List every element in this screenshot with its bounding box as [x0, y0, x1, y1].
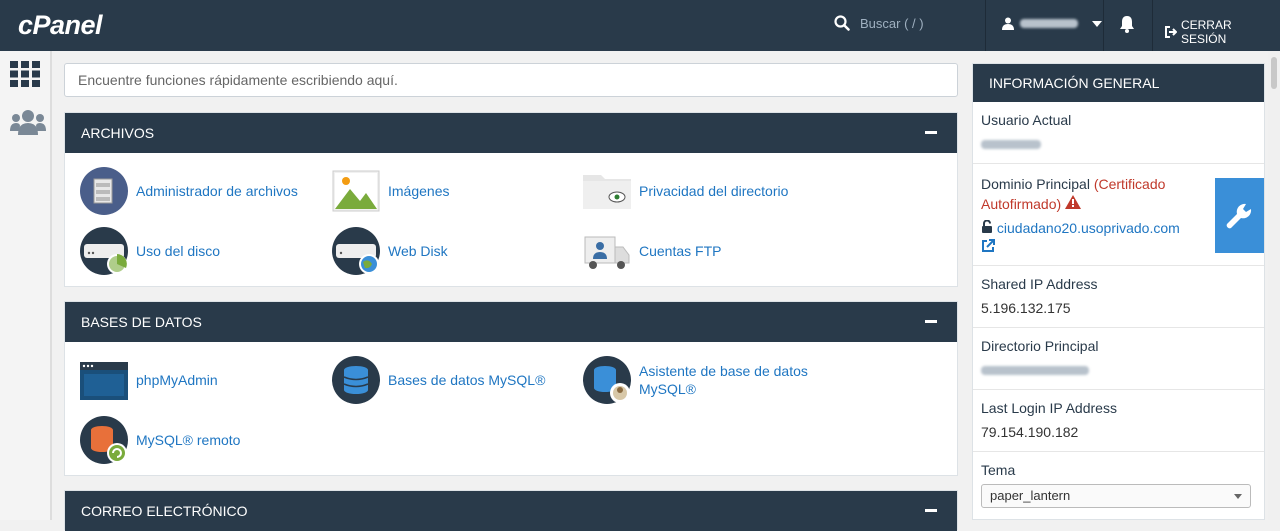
disk-usage-link[interactable]: Uso del disco: [80, 227, 220, 275]
current-user-redacted: [981, 140, 1041, 149]
panel-header[interactable]: CORREO ELECTRÓNICO: [65, 491, 957, 531]
mysql-wizard-link[interactable]: Asistente de base de datos MySQL®: [583, 356, 808, 404]
mysql-databases-link[interactable]: Bases de datos MySQL®: [332, 356, 545, 404]
notifications-bell[interactable]: [1119, 15, 1135, 38]
warning-icon: [1065, 195, 1082, 209]
cert-warning: (Certificado: [1093, 176, 1166, 192]
user-icon: [1002, 17, 1014, 30]
item-label: Bases de datos MySQL®: [388, 372, 546, 388]
search-icon: [834, 15, 850, 31]
panel-correo: CORREO ELECTRÓNICO: [64, 490, 958, 531]
cpanel-logo[interactable]: cPanel: [18, 10, 103, 41]
bell-icon: [1120, 16, 1134, 33]
item-label: Uso del disco: [136, 243, 221, 259]
remote-mysql-link[interactable]: MySQL® remoto: [80, 416, 240, 464]
general-info-panel: INFORMACIÓN GENERAL Usuario Actual Domin…: [972, 63, 1265, 520]
header-divider: [1152, 0, 1153, 51]
item-label: Privacidad del directorio: [639, 183, 789, 199]
home-dir-redacted: [981, 366, 1089, 375]
file-manager-icon: [80, 167, 128, 215]
last-login-row: Last Login IP Address 79.154.190.182: [973, 390, 1264, 452]
sidebar-item-users[interactable]: [10, 109, 46, 141]
theme-selected-value: paper_lantern: [990, 488, 1071, 503]
page-scrollbar[interactable]: [1268, 51, 1280, 520]
current-user-label: Usuario Actual: [981, 112, 1072, 128]
collapse-icon[interactable]: [925, 131, 937, 134]
domain-link[interactable]: ciudadano20.usoprivado.com: [997, 220, 1180, 236]
quick-search-input[interactable]: Encuentre funciones rápidamente escribie…: [64, 63, 958, 97]
item-label: MySQL® remoto: [136, 432, 241, 448]
top-bar: cPanel Buscar ( / ) CERRAR SESIÓN: [0, 0, 1280, 51]
images-link[interactable]: Imágenes: [332, 167, 449, 215]
database-wizard-icon: [583, 356, 631, 404]
grid-icon: [10, 61, 40, 87]
shared-ip-label: Shared IP Address: [981, 276, 1098, 292]
theme-select[interactable]: paper_lantern: [981, 484, 1251, 508]
item-label-line: Asistente de base de datos: [639, 363, 808, 379]
item-label: Administrador de archivos: [136, 183, 298, 199]
phpmyadmin-icon: [80, 362, 128, 400]
main-content: Encuentre funciones rápidamente escribie…: [64, 51, 958, 531]
item-label: Web Disk: [388, 243, 448, 259]
panel-title: BASES DE DATOS: [81, 314, 202, 330]
header-divider: [1103, 0, 1104, 51]
ftp-accounts-link[interactable]: Cuentas FTP: [583, 227, 721, 275]
sidebar-item-tools[interactable]: [10, 61, 44, 93]
header-search-placeholder: Buscar ( / ): [860, 15, 924, 31]
theme-label: Tema: [981, 462, 1016, 478]
panel-title: ARCHIVOS: [81, 125, 155, 141]
users-icon: [10, 110, 46, 135]
home-dir-row: Directorio Principal: [973, 328, 1264, 390]
cert-warning-2: Autofirmado): [981, 196, 1062, 212]
ftp-truck-icon: [584, 236, 630, 269]
folder-eye-icon: [583, 175, 631, 209]
wrench-icon: [1226, 203, 1252, 229]
disk-usage-icon: [80, 227, 128, 275]
item-label: phpMyAdmin: [136, 372, 218, 388]
last-login-label: Last Login IP Address: [981, 400, 1117, 416]
panel-bases-de-datos: BASES DE DATOS phpMyAdmin Bases de datos…: [64, 301, 958, 476]
item-label: Cuentas FTP: [639, 243, 722, 259]
logout-button[interactable]: CERRAR SESIÓN: [1164, 18, 1280, 46]
domain-settings-button[interactable]: [1215, 178, 1264, 253]
logout-label: CERRAR SESIÓN: [1180, 18, 1232, 46]
general-info-title: INFORMACIÓN GENERAL: [973, 64, 1264, 102]
theme-row: Tema paper_lantern: [973, 452, 1264, 520]
logout-icon: [1164, 26, 1177, 38]
file-manager-link[interactable]: Administrador de archivos: [80, 167, 298, 215]
shared-ip-row: Shared IP Address 5.196.132.175: [973, 266, 1264, 328]
panel-title: CORREO ELECTRÓNICO: [81, 503, 248, 519]
username-redacted: [1020, 19, 1078, 28]
phpmyadmin-link[interactable]: phpMyAdmin: [80, 356, 218, 404]
item-label: Imágenes: [388, 183, 450, 199]
shared-ip-value: 5.196.132.175: [981, 300, 1071, 316]
current-user-row: Usuario Actual: [973, 102, 1264, 164]
header-search[interactable]: Buscar ( / ): [834, 15, 924, 31]
images-icon: [332, 170, 380, 212]
left-sidebar: [0, 51, 52, 520]
domain-label: Dominio Principal: [981, 176, 1090, 192]
item-label-line: MySQL®: [639, 381, 696, 397]
header-divider: [985, 0, 986, 51]
chevron-down-icon: [1234, 494, 1242, 499]
collapse-icon[interactable]: [925, 509, 937, 512]
last-login-value: 79.154.190.182: [981, 424, 1079, 440]
directory-privacy-link[interactable]: Privacidad del directorio: [583, 167, 788, 215]
web-disk-icon: [332, 227, 380, 275]
user-menu[interactable]: [1002, 17, 1102, 30]
unlock-icon: [982, 219, 992, 233]
panel-header[interactable]: ARCHIVOS: [65, 113, 957, 153]
collapse-icon[interactable]: [925, 320, 937, 323]
scrollbar-thumb[interactable]: [1271, 57, 1277, 89]
item-label: Asistente de base de datos MySQL®: [639, 362, 808, 398]
home-dir-label: Directorio Principal: [981, 338, 1099, 354]
remote-database-icon: [80, 416, 128, 464]
web-disk-link[interactable]: Web Disk: [332, 227, 448, 275]
panel-header[interactable]: BASES DE DATOS: [65, 302, 957, 342]
external-link-icon[interactable]: [981, 239, 995, 253]
panel-archivos: ARCHIVOS Administrador de archivos Imáge…: [64, 112, 958, 287]
chevron-down-icon: [1092, 20, 1102, 27]
database-icon: [332, 356, 380, 404]
